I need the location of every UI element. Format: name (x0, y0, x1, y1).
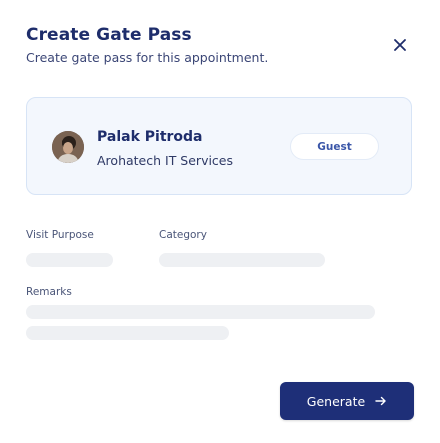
page-subtitle: Create gate pass for this appointment. (26, 50, 269, 65)
visit-purpose-field[interactable] (26, 253, 113, 267)
visitor-type-badge: Guest (290, 133, 379, 160)
arrow-right-icon (375, 396, 386, 406)
visitor-company: Arohatech IT Services (97, 153, 234, 168)
category-label: Category (159, 229, 207, 241)
avatar (52, 131, 84, 163)
generate-label: Generate (306, 393, 366, 409)
visit-purpose-label: Visit Purpose (26, 229, 94, 241)
category-field[interactable] (159, 253, 325, 267)
visitor-name: Palak Pitroda (97, 129, 203, 145)
close-icon (394, 39, 406, 51)
remarks-field-line[interactable] (26, 326, 229, 340)
remarks-field-line[interactable] (26, 305, 375, 319)
generate-button[interactable]: Generate (280, 382, 414, 420)
page-title: Create Gate Pass (26, 25, 192, 45)
close-button[interactable] (391, 36, 409, 54)
visitor-card: Palak Pitroda Arohatech IT Services Gues… (26, 97, 412, 195)
remarks-label: Remarks (26, 286, 72, 298)
